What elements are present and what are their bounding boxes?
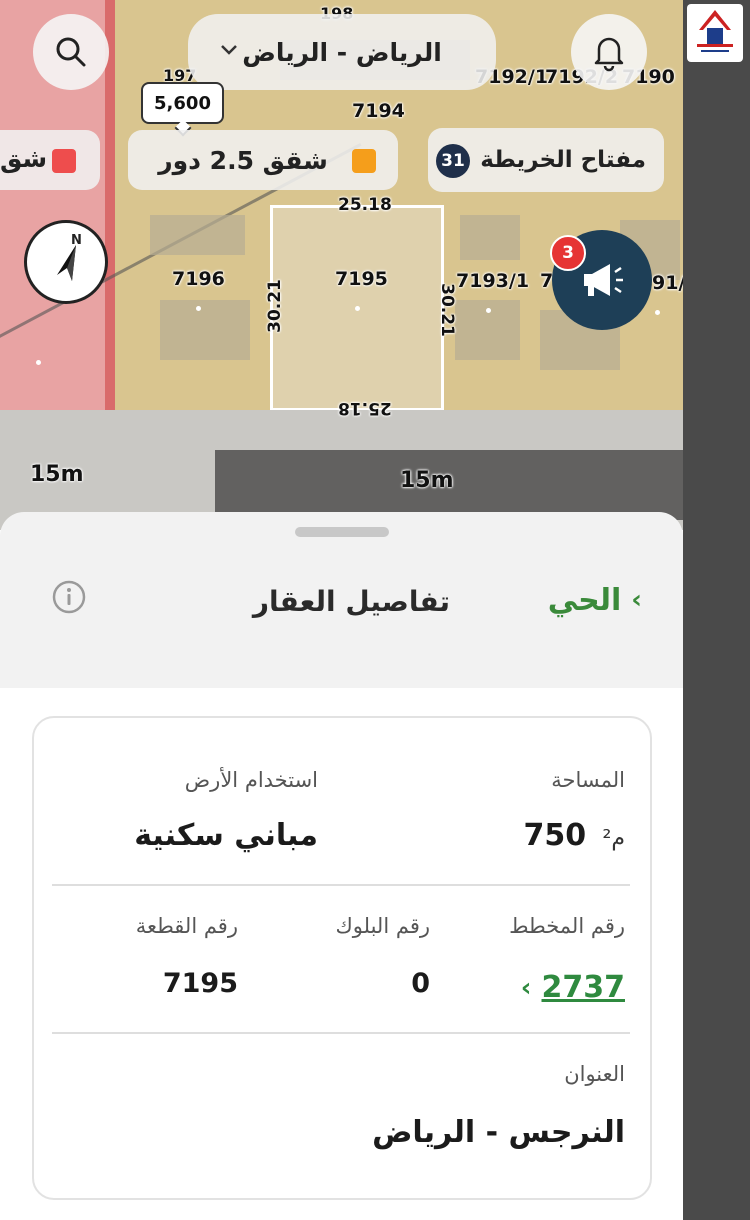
dimension-top: 25.18 bbox=[338, 195, 392, 215]
dimension-bottom: 25.18 bbox=[338, 398, 392, 418]
street-width-label: 15m bbox=[400, 468, 454, 493]
divider bbox=[52, 1032, 630, 1034]
parcel-dot bbox=[355, 306, 360, 311]
chevron-down-icon bbox=[221, 45, 237, 55]
plot-number-label: رقم القطعة bbox=[135, 914, 238, 938]
parcel-dot bbox=[655, 310, 660, 315]
neighborhood-link-label: الحي bbox=[547, 582, 622, 618]
notifications-button[interactable] bbox=[571, 14, 647, 90]
city-selector[interactable]: الرياض - الرياض bbox=[188, 14, 496, 90]
address-label: العنوان bbox=[564, 1062, 625, 1086]
parcel-label: 7196 bbox=[172, 268, 225, 290]
block-number-label: رقم البلوك bbox=[335, 914, 430, 938]
sheet-drag-handle[interactable] bbox=[295, 527, 389, 537]
sheet-title: تفاصيل العقار bbox=[252, 585, 450, 618]
map-building bbox=[150, 215, 245, 255]
app-screen: 7194 7196 7195 7193/1 7 91/ 7192/1 7192/… bbox=[0, 0, 683, 1220]
logo-icon bbox=[697, 10, 733, 52]
parcel-dot bbox=[36, 360, 41, 365]
watermark-logo bbox=[687, 4, 743, 62]
area-label: المساحة bbox=[551, 768, 625, 792]
bell-icon bbox=[594, 37, 624, 72]
price-tag[interactable]: 5,600 bbox=[141, 82, 224, 124]
street-width-label: 15m bbox=[30, 462, 84, 487]
land-use-label: استخدام الأرض bbox=[184, 768, 318, 792]
area-number: 750 bbox=[523, 818, 587, 853]
compass-icon bbox=[57, 245, 76, 281]
plot-number-value: 7195 bbox=[162, 968, 238, 999]
search-button[interactable] bbox=[33, 14, 109, 90]
announcements-count-badge: 3 bbox=[550, 235, 586, 271]
plan-number-link[interactable]: ‹ 2737 bbox=[521, 970, 625, 1005]
parcel-label: 7195 bbox=[335, 268, 388, 290]
parcel-dot bbox=[486, 308, 491, 313]
parcel-label: 7193/1 bbox=[456, 270, 530, 292]
land-use-value: مباني سكنية bbox=[134, 818, 318, 853]
plan-number-value: 2737 bbox=[541, 970, 626, 1005]
compass-button[interactable]: N bbox=[24, 220, 108, 304]
parcel-label: 7194 bbox=[352, 100, 405, 122]
zone-color-swatch bbox=[52, 149, 76, 173]
dimension-left: 30.21 bbox=[264, 279, 285, 333]
block-number-value: 0 bbox=[411, 968, 430, 999]
map-key-label: مفتاح الخريطة bbox=[480, 147, 646, 173]
info-icon[interactable] bbox=[52, 580, 86, 614]
divider bbox=[52, 884, 630, 886]
price-tag-value: 5,600 bbox=[154, 92, 211, 114]
side-strip bbox=[683, 0, 750, 1220]
zone-legend-primary-label: شقق 2.5 دور bbox=[158, 145, 328, 175]
parcel-dot bbox=[196, 306, 201, 311]
chevron-left-icon: ‹ bbox=[631, 585, 642, 615]
map-key-count-badge: 31 bbox=[436, 144, 470, 178]
neighborhood-link[interactable]: الحي ‹ bbox=[530, 580, 642, 620]
address-value: النرجس - الرياض bbox=[372, 1115, 625, 1150]
map-key-button[interactable]: 31 مفتاح الخريطة bbox=[428, 128, 664, 192]
zone-legend-primary[interactable]: شقق 2.5 دور bbox=[128, 130, 398, 190]
zone-legend-secondary-label: شق bbox=[0, 144, 48, 173]
map-view[interactable]: 7194 7196 7195 7193/1 7 91/ 7192/1 7192/… bbox=[0, 0, 683, 530]
plan-number-label: رقم المخطط bbox=[509, 914, 625, 938]
search-icon bbox=[56, 37, 86, 67]
map-building bbox=[160, 300, 250, 360]
chevron-left-icon: ‹ bbox=[520, 972, 532, 1003]
map-building bbox=[460, 215, 520, 260]
dimension-right: 30.21 bbox=[436, 283, 457, 337]
area-unit: م² bbox=[602, 826, 625, 851]
zone-legend-secondary[interactable]: شق bbox=[0, 130, 100, 190]
zone-color-swatch bbox=[352, 149, 376, 173]
parcel-label: 91/ bbox=[652, 272, 683, 294]
city-selector-label: الرياض - الرياض bbox=[242, 37, 442, 67]
area-value: م² 750 bbox=[523, 818, 625, 853]
